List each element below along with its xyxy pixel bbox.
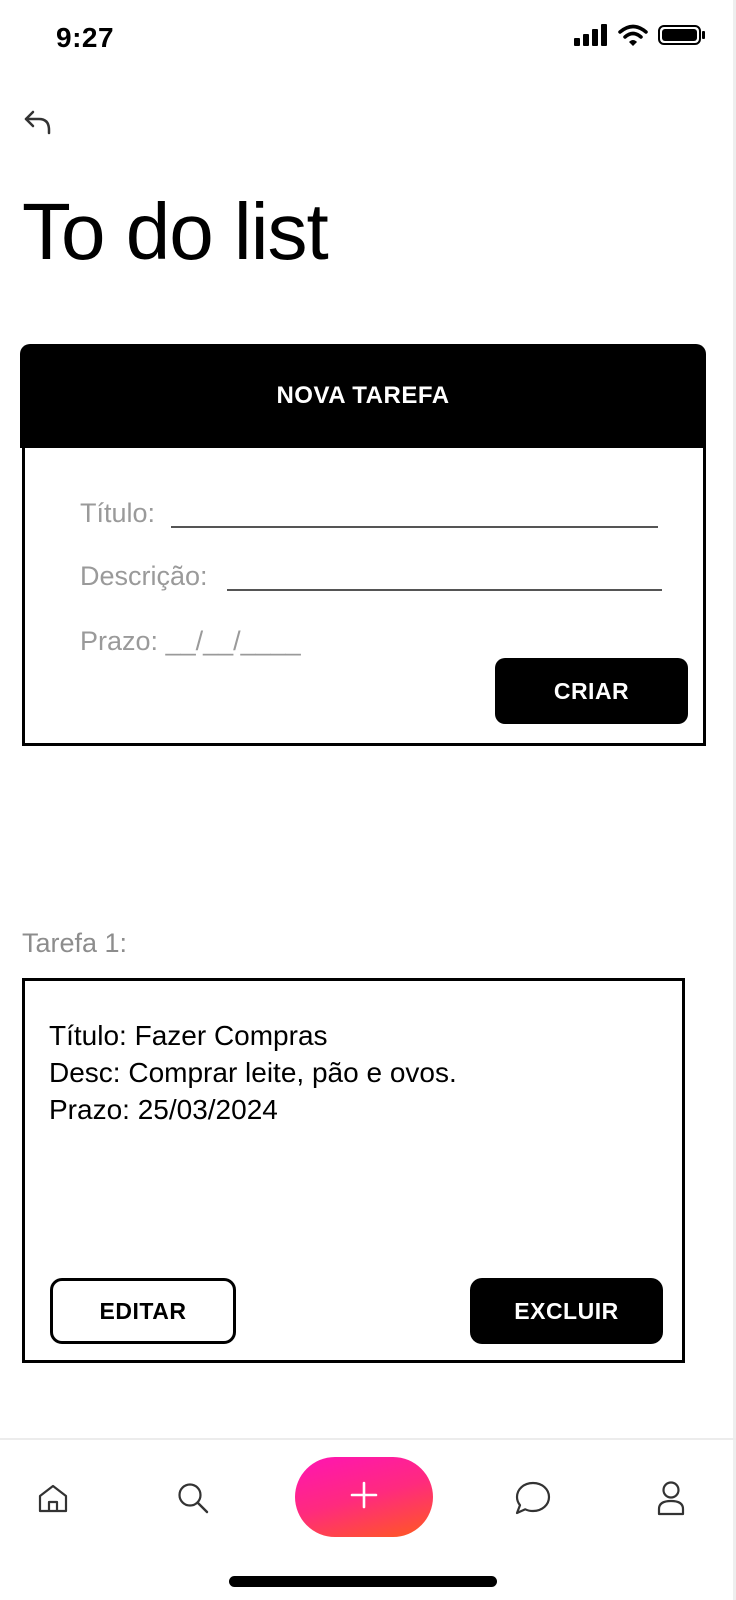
task-description: Desc: Comprar leite, pão e ovos.: [49, 1057, 457, 1088]
title-input[interactable]: [171, 526, 658, 528]
nav-search[interactable]: [163, 1470, 223, 1530]
battery-icon: [658, 24, 706, 51]
nav-chat[interactable]: [503, 1470, 563, 1530]
new-task-form: Título: Descrição: Prazo: __/__/____ CRI…: [22, 448, 706, 746]
nav-profile[interactable]: [641, 1470, 701, 1530]
add-task-fab[interactable]: [295, 1457, 433, 1537]
back-button[interactable]: [18, 104, 58, 144]
deadline-input[interactable]: __/__/____: [166, 626, 301, 656]
undo-arrow-icon: [23, 108, 53, 141]
description-field-row: Descrição:: [80, 561, 208, 592]
deadline-field-row: Prazo: __/__/____: [80, 626, 301, 657]
search-icon: [176, 1481, 210, 1520]
signal-icon: [574, 24, 608, 51]
nav-divider: [0, 1438, 736, 1440]
delete-button[interactable]: EXCLUIR: [470, 1278, 663, 1344]
title-field-row: Título:: [80, 498, 155, 529]
nav-home[interactable]: [23, 1470, 83, 1530]
home-indicator: [229, 1576, 497, 1587]
add-icon: [350, 1481, 378, 1514]
home-icon: [36, 1482, 70, 1519]
description-field-label: Descrição:: [80, 561, 208, 591]
page-title: To do list: [22, 187, 329, 276]
description-input[interactable]: [227, 589, 662, 591]
create-button[interactable]: CRIAR: [495, 658, 688, 724]
chat-icon: [514, 1480, 552, 1521]
status-icons: [574, 24, 706, 51]
deadline-field-label: Prazo:: [80, 626, 159, 656]
edit-button[interactable]: EDITAR: [50, 1278, 236, 1344]
task-details: Título: Fazer Compras Desc: Comprar leit…: [49, 1017, 457, 1128]
title-field-label: Título:: [80, 498, 156, 528]
task-title: Título: Fazer Compras: [49, 1020, 328, 1051]
new-task-header[interactable]: NOVA TAREFA: [20, 344, 706, 448]
task-label: Tarefa 1:: [22, 928, 128, 958]
wifi-icon: [618, 24, 648, 51]
task-card: Título: Fazer Compras Desc: Comprar leit…: [22, 978, 685, 1363]
status-time: 9:27: [56, 22, 115, 53]
todo-screen: 9:27 To do list NOVA TAREFA Título: Desc…: [0, 0, 736, 1600]
profile-icon: [656, 1480, 686, 1521]
task-deadline: Prazo: 25/03/2024: [49, 1094, 278, 1125]
